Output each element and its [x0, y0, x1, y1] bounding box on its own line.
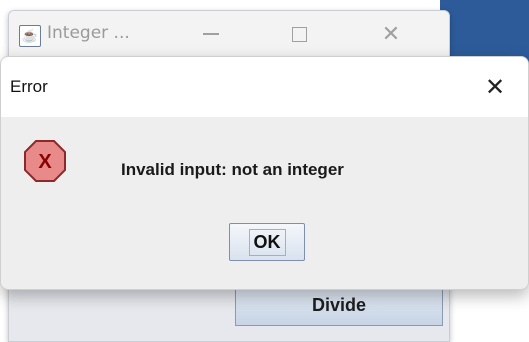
error-x-mark: X — [38, 151, 52, 173]
minimize-button[interactable] — [191, 19, 231, 49]
ok-button-label: OK — [248, 228, 286, 256]
divide-button-label: Divide — [311, 294, 367, 315]
error-message: Invalid input: not an integer — [121, 160, 344, 179]
dialog-titlebar[interactable]: Error ✕ — [1, 57, 528, 117]
ok-button[interactable]: OK — [229, 223, 305, 261]
error-dialog: Error ✕ X Invalid input: not an integer … — [0, 56, 529, 290]
close-icon: ✕ — [381, 21, 401, 46]
dialog-title: Error — [10, 77, 48, 96]
parent-window-title: Integer ... — [47, 23, 130, 43]
maximize-button[interactable] — [279, 19, 319, 49]
maximize-icon — [291, 26, 307, 42]
dialog-close-button[interactable]: ✕ — [475, 69, 515, 105]
error-icon: X — [24, 140, 66, 182]
java-cup-icon: ☕ — [19, 25, 41, 47]
close-button[interactable]: ✕ — [371, 19, 411, 49]
close-icon: ✕ — [484, 73, 506, 101]
parent-titlebar[interactable]: ☕ Integer ... ✕ — [9, 11, 449, 57]
divide-button[interactable]: Divide — [235, 284, 443, 326]
minimize-icon — [203, 33, 219, 35]
